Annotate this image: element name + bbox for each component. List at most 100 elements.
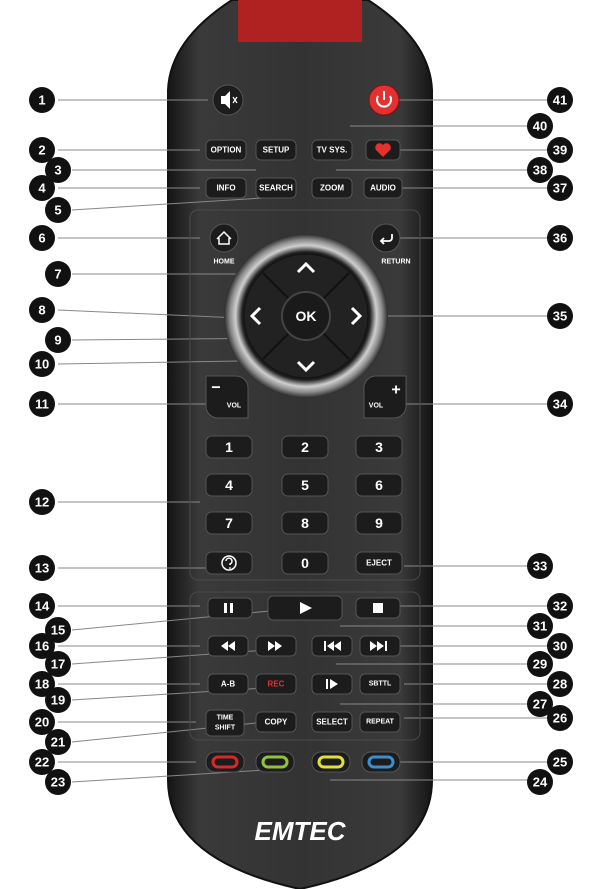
svg-text:20: 20 bbox=[35, 715, 49, 730]
num3-button[interactable]: 3 bbox=[355, 435, 403, 459]
brand-logo: EMTEC bbox=[255, 816, 347, 846]
slow-button[interactable] bbox=[311, 673, 353, 695]
num4-button[interactable]: 4 bbox=[205, 473, 253, 497]
pause-button[interactable] bbox=[207, 597, 253, 619]
num3-label: 3 bbox=[375, 439, 383, 455]
rec-label: REC bbox=[268, 680, 285, 689]
option-button[interactable]: OPTION bbox=[205, 139, 247, 161]
num8-button[interactable]: 8 bbox=[281, 511, 329, 535]
svg-text:29: 29 bbox=[533, 657, 547, 672]
svg-text:38: 38 bbox=[533, 163, 547, 178]
callout-1: 1 bbox=[29, 87, 55, 113]
svg-text:26: 26 bbox=[553, 711, 567, 726]
svg-text:24: 24 bbox=[533, 775, 548, 790]
red-key-button[interactable] bbox=[205, 751, 245, 773]
callout-9: 9 bbox=[45, 327, 71, 353]
num2-label: 2 bbox=[301, 439, 309, 455]
callout-37: 37 bbox=[547, 175, 573, 201]
subtitle-button[interactable]: SBTTL bbox=[359, 673, 401, 695]
svg-text:41: 41 bbox=[553, 93, 567, 108]
num9-button[interactable]: 9 bbox=[355, 511, 403, 535]
favorite-button[interactable] bbox=[365, 139, 401, 161]
vol-plus-button[interactable]: + VOL bbox=[363, 375, 407, 419]
num7-button[interactable]: 7 bbox=[205, 511, 253, 535]
top-ir-strip bbox=[238, 0, 362, 42]
timeshift-label-2: SHIFT bbox=[215, 725, 236, 732]
callout-23: 23 bbox=[45, 769, 71, 795]
info-button[interactable]: INFO bbox=[205, 177, 247, 199]
power-button[interactable] bbox=[368, 84, 400, 116]
svg-text:3: 3 bbox=[54, 163, 61, 178]
setup-button[interactable]: SETUP bbox=[255, 139, 297, 161]
svg-text:15: 15 bbox=[51, 623, 65, 638]
eject-label: EJECT bbox=[366, 559, 392, 568]
play-button[interactable] bbox=[267, 595, 343, 621]
svg-text:25: 25 bbox=[553, 755, 567, 770]
rewind-button[interactable] bbox=[207, 635, 249, 657]
num1-button[interactable]: 1 bbox=[205, 435, 253, 459]
search-button[interactable]: SEARCH bbox=[255, 177, 297, 199]
home-label: HOME bbox=[214, 259, 235, 266]
vol-minus-button[interactable]: − VOL bbox=[205, 375, 249, 419]
callout-28: 28 bbox=[547, 671, 573, 697]
audio-button[interactable]: AUDIO bbox=[363, 177, 403, 199]
num2-button[interactable]: 2 bbox=[281, 435, 329, 459]
fast-forward-button[interactable] bbox=[255, 635, 297, 657]
svg-text:28: 28 bbox=[553, 677, 567, 692]
rec-button[interactable]: REC bbox=[255, 673, 297, 695]
callout-33: 33 bbox=[527, 553, 553, 579]
remote-svg: OPTION SETUP TV SYS. INFO SEARCH ZOOM AU… bbox=[29, 0, 573, 889]
tvsys-label: TV SYS. bbox=[317, 146, 348, 155]
svg-text:23: 23 bbox=[51, 775, 65, 790]
svg-text:2: 2 bbox=[38, 143, 45, 158]
setup-label: SETUP bbox=[263, 146, 290, 155]
num0-button[interactable]: 0 bbox=[281, 551, 329, 575]
option-label: OPTION bbox=[211, 146, 242, 155]
num6-button[interactable]: 6 bbox=[355, 473, 403, 497]
svg-text:17: 17 bbox=[51, 657, 65, 672]
next-button[interactable] bbox=[359, 635, 401, 657]
previous-button[interactable] bbox=[311, 635, 353, 657]
svg-text:31: 31 bbox=[533, 619, 547, 634]
vol-minus-label: VOL bbox=[227, 403, 242, 410]
yellow-key-button[interactable] bbox=[311, 751, 351, 773]
zoom-button[interactable]: ZOOM bbox=[311, 177, 353, 199]
num5-button[interactable]: 5 bbox=[281, 473, 329, 497]
svg-text:40: 40 bbox=[533, 119, 547, 134]
select-button[interactable]: SELECT bbox=[311, 711, 353, 733]
timeshift-button[interactable]: TIME SHIFT bbox=[205, 709, 245, 737]
num6-label: 6 bbox=[375, 477, 383, 493]
help-button[interactable] bbox=[205, 551, 253, 575]
num7-label: 7 bbox=[225, 515, 233, 531]
callout-39: 39 bbox=[547, 137, 573, 163]
ok-button[interactable]: OK bbox=[281, 291, 331, 341]
callout-30: 30 bbox=[547, 633, 573, 659]
callout-4: 4 bbox=[29, 175, 55, 201]
callout-35: 35 bbox=[547, 303, 573, 329]
mute-button[interactable] bbox=[212, 84, 244, 116]
svg-text:11: 11 bbox=[35, 397, 49, 412]
callout-41: 41 bbox=[547, 87, 573, 113]
callout-7: 7 bbox=[45, 261, 71, 287]
svg-text:34: 34 bbox=[553, 397, 568, 412]
callout-10: 10 bbox=[29, 351, 55, 377]
green-key-button[interactable] bbox=[255, 751, 295, 773]
callout-31: 31 bbox=[527, 613, 553, 639]
zoom-label: ZOOM bbox=[320, 184, 344, 193]
tvsys-button[interactable]: TV SYS. bbox=[311, 139, 353, 161]
blue-key-button[interactable] bbox=[361, 751, 401, 773]
home-button[interactable]: HOME bbox=[209, 223, 239, 266]
copy-button[interactable]: COPY bbox=[255, 711, 297, 733]
stop-icon bbox=[373, 603, 383, 613]
svg-text:37: 37 bbox=[553, 181, 567, 196]
svg-text:7: 7 bbox=[54, 267, 61, 282]
repeat-button[interactable]: REPEAT bbox=[359, 711, 401, 733]
svg-text:9: 9 bbox=[54, 333, 61, 348]
eject-button[interactable]: EJECT bbox=[355, 551, 403, 575]
callout-32: 32 bbox=[547, 593, 573, 619]
svg-text:30: 30 bbox=[553, 639, 567, 654]
svg-text:12: 12 bbox=[35, 495, 49, 510]
stop-button[interactable] bbox=[355, 597, 401, 619]
ab-button[interactable]: A-B bbox=[207, 673, 249, 695]
callout-13: 13 bbox=[29, 555, 55, 581]
